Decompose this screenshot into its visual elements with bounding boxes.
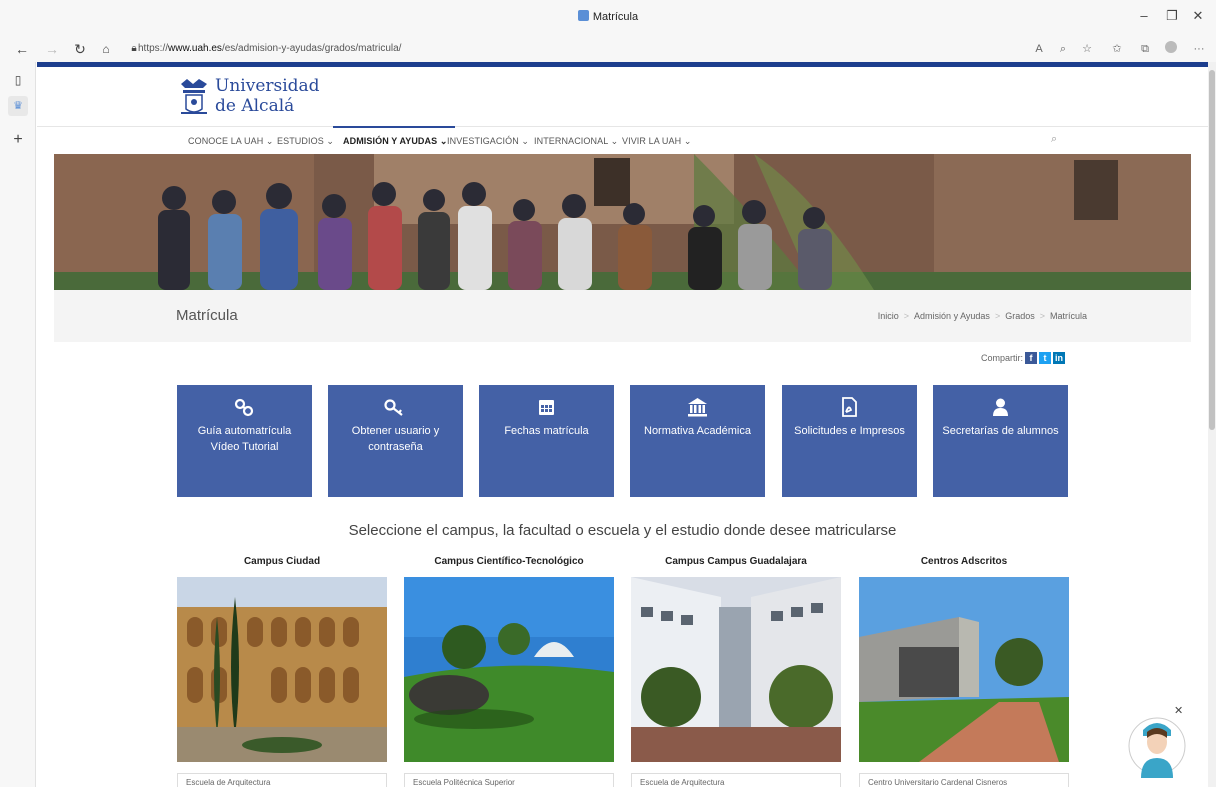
vertical-tabs: ▯ ♛ + (0, 62, 36, 787)
zoom-icon[interactable]: ⌕ (1054, 40, 1072, 58)
logo-text: Universidad de Alcalá (215, 76, 320, 116)
url-path: /es/admision-y-ayudas/grados/matricula/ (221, 43, 402, 54)
tile-guia-automatricula[interactable]: Guía automatrícula Vídeo Tutorial (177, 385, 312, 497)
breadcrumb-separator-icon: > (903, 311, 910, 321)
link-icon (234, 398, 254, 417)
user-icon (993, 398, 1008, 416)
hero-photo (54, 154, 1191, 290)
tile-label: Normativa Académica (644, 425, 751, 437)
profile-icon[interactable] (1162, 40, 1180, 58)
bank-icon (688, 398, 707, 417)
favorite-add-icon[interactable]: ☆ (1078, 40, 1096, 58)
share-label: Compartir: (981, 353, 1024, 363)
page-title-bar: Matrícula Inicio > Admisión y Ayudas > Grado… (54, 290, 1191, 342)
tab-actions-icon[interactable]: ▯ (8, 70, 28, 90)
browser-toolbar: ← → ↻ ⌂ 🔒︎ https://www.uah.es/es/admisio… (0, 36, 1216, 62)
uah-logo[interactable]: Universidad de Alcalá (177, 74, 327, 122)
tile-fechas-matricula[interactable]: Fechas matrícula (479, 385, 614, 497)
restore-button[interactable]: ❐ (1158, 8, 1186, 24)
tile-obtener-usuario[interactable]: Obtener usuario y contraseña (328, 385, 463, 497)
back-icon[interactable]: ← (12, 40, 32, 58)
logo-line-1: Universidad (215, 76, 320, 96)
nav-estudios[interactable]: ESTUDIOS ⌄ (277, 136, 334, 147)
pdf-icon (842, 397, 857, 417)
campus-cientifico-heading: Campus Científico-Tecnológico (434, 556, 584, 567)
tab-title: Matrícula (0, 10, 1216, 23)
browser-titlebar: Matrícula – ❐ ✕ (0, 0, 1216, 36)
hero-image (54, 154, 1191, 290)
tile-label: Solicitudes e Impresos (794, 425, 905, 437)
favorites-icon[interactable]: ✩ (1108, 40, 1126, 58)
campus-ciudad-select[interactable]: Escuela de Arquitectura (177, 773, 387, 787)
chat-assistant-icon[interactable] (1127, 708, 1187, 780)
breadcrumb: Inicio > Admisión y Ayudas > Grados > Matrícul… (878, 311, 1087, 321)
facebook-icon[interactable]: f (1025, 352, 1037, 364)
page-scrollbar[interactable] (1208, 62, 1216, 787)
read-aloud-icon[interactable]: A (1030, 40, 1048, 58)
campus-cientifico-image[interactable] (404, 577, 614, 762)
centros-adscritos-image[interactable] (859, 577, 1069, 762)
top-accent-bar (37, 62, 1208, 67)
nav-conoce-la-uah[interactable]: CONOCE LA UAH ⌄ (188, 136, 274, 147)
key-icon (384, 399, 403, 416)
nav-internacional[interactable]: INTERNACIONAL ⌄ (534, 136, 618, 147)
forward-icon[interactable]: → (42, 40, 62, 58)
nav-admision-y-ayudas[interactable]: ADMISIÓN Y AYUDAS ⌄ (332, 126, 456, 147)
page-title: Matrícula (176, 307, 238, 324)
tile-label: Obtener usuario y contraseña (351, 425, 440, 453)
web-page: Universidad de Alcalá CONOCE LA UAH ⌄ ES… (37, 62, 1208, 787)
nav-vivir-la-uah[interactable]: VIVIR LA UAH ⌄ (622, 136, 691, 147)
tile-label: Guía automatrícula Vídeo Tutorial (197, 425, 292, 453)
tile-solicitudes-impresos[interactable]: Solicitudes e Impresos (782, 385, 917, 497)
breadcrumb-grados[interactable]: Grados (1005, 311, 1035, 321)
collections-icon[interactable]: ⧉ (1136, 40, 1154, 58)
address-bar[interactable]: https://www.uah.es/es/admision-y-ayudas/… (138, 40, 1018, 58)
calendar-icon (539, 400, 554, 415)
home-icon[interactable]: ⌂ (96, 40, 116, 58)
courtyard-photo (177, 577, 387, 762)
tab-matricula[interactable]: ♛ (8, 96, 28, 116)
campus-ciudad-image[interactable] (177, 577, 387, 762)
url-host: www.uah.es (168, 43, 222, 54)
centros-adscritos-select[interactable]: Centro Universitario Cardenal Cisneros (859, 773, 1069, 787)
campus-cientifico-select[interactable]: Escuela Politécnica Superior (404, 773, 614, 787)
campus-guadalajara-select[interactable]: Escuela de Arquitectura (631, 773, 841, 787)
tile-label: Fechas matrícula (504, 425, 589, 437)
tile-secretarias-alumnos[interactable]: Secretarías de alumnos (933, 385, 1068, 497)
university-crest-icon (181, 79, 207, 114)
campus-ciudad-heading: Campus Ciudad (243, 556, 321, 567)
minimize-button[interactable]: – (1130, 8, 1158, 23)
close-button[interactable]: ✕ (1184, 8, 1212, 24)
nav-investigacion[interactable]: INVESTIGACIÓN ⌄ (447, 136, 529, 147)
refresh-icon[interactable]: ↻ (70, 40, 90, 58)
breadcrumb-separator-icon: > (1039, 311, 1045, 321)
url-prefix: https:// (138, 43, 169, 54)
tab-title-text: Matrícula (592, 11, 639, 23)
main-nav: CONOCE LA UAH ⌄ ESTUDIOS ⌄ ADMISIÓN Y AY… (37, 126, 1208, 154)
campus-guadalajara-heading: Campus Campus Guadalajara (665, 556, 807, 567)
twitter-icon[interactable]: t (1039, 352, 1051, 364)
campus-headline: Seleccione el campus, la facultad o escu… (348, 522, 897, 539)
campus-building-photo (631, 577, 841, 762)
tile-label: Secretarías de alumnos (942, 425, 1059, 437)
breadcrumb-inicio[interactable]: Inicio (878, 311, 899, 321)
tile-normativa-academica[interactable]: Normativa Académica (630, 385, 765, 497)
logo-line-2: de Alcalá (215, 96, 295, 116)
campus-guadalajara-image[interactable] (631, 577, 841, 762)
linkedin-icon[interactable]: in (1053, 352, 1065, 364)
modern-building-photo (859, 577, 1069, 762)
breadcrumb-admision[interactable]: Admisión y Ayudas (914, 311, 990, 321)
breadcrumb-matricula: Matrícula (1049, 311, 1087, 321)
more-icon[interactable]: ··· (1190, 40, 1208, 58)
scrollbar-thumb[interactable] (1209, 70, 1215, 430)
campus-sculpture-photo (404, 577, 614, 762)
new-tab-icon[interactable]: + (8, 130, 28, 150)
centros-adscritos-heading: Centros Adscritos (920, 556, 1008, 567)
chat-close-icon[interactable]: ✕ (1174, 704, 1183, 717)
breadcrumb-separator-icon: > (994, 311, 1001, 321)
search-icon[interactable]: ⌕ (1051, 133, 1057, 146)
favicon-icon (577, 10, 589, 21)
